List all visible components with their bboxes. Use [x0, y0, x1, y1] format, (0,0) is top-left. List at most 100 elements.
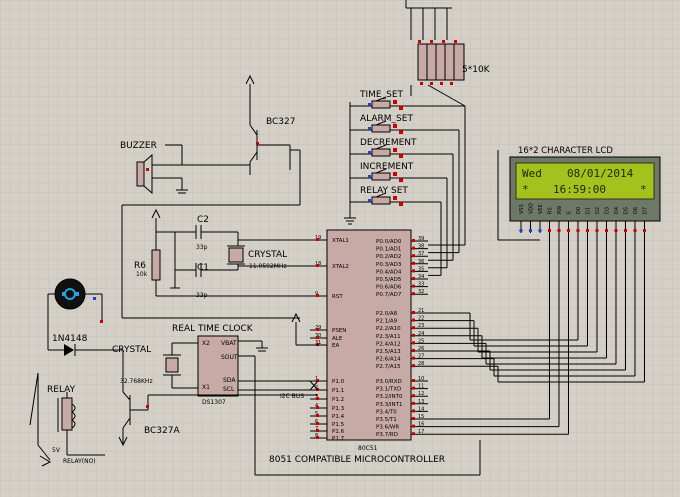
- pushbutton-label: ALARM_SET: [360, 114, 413, 124]
- mcu-pin-p2-2-a10: P2.2/A10: [376, 326, 401, 332]
- rtc-pin-scl: SCL: [223, 386, 235, 393]
- relay-label: RELAY: [47, 385, 76, 395]
- mcu-pin-num-22: 22: [418, 316, 424, 322]
- r6-name: R6: [134, 261, 146, 271]
- transistor-top-label: BC327: [266, 117, 295, 127]
- lcd-display[interactable]: 16*2 CHARACTER LCD Wed 08/01/2014 * 16:5…: [509, 146, 661, 233]
- mcu-pin-num-16: 16: [418, 422, 424, 428]
- r6-value: 10k: [136, 271, 148, 278]
- mcu-pin-p3-3-int1: P3.3/INT1: [376, 402, 403, 408]
- lcd-line2-star-right: *: [640, 183, 647, 196]
- mcu-caption: 8051 COMPATIBLE MICROCONTROLLER: [269, 455, 445, 465]
- buzzer-label: BUZZER: [120, 141, 157, 151]
- lcd-line2-star-left: *: [522, 183, 529, 196]
- mcu-pin-p3-0-rxd: P3.0/RXD: [376, 379, 402, 385]
- pushbutton-label: RELAY SET: [360, 186, 408, 196]
- mcu-pin-num-37: 37: [418, 251, 424, 257]
- mcu-pin-p0-0-ad0: P0.0/AD0: [376, 239, 402, 245]
- mcu-pin-p1-1: P1.1: [332, 388, 344, 394]
- rtc-pin-x1: X1: [202, 384, 210, 391]
- mcu-pin-xtal2: XTAL2: [332, 264, 349, 270]
- lcd-pin-d3: D3: [605, 207, 611, 214]
- mcu-pin-rst: RST: [332, 294, 343, 300]
- mcu-pin-p3-5-t1: P3.5/T1: [376, 417, 397, 423]
- rtc-pin-sda: SDA: [223, 377, 236, 384]
- lcd-title: 16*2 CHARACTER LCD: [518, 146, 613, 156]
- rtc-crystal-freq: 32.768KHz: [120, 378, 153, 385]
- mcu-pin-num-26: 26: [418, 346, 424, 352]
- mcu-pin-num-11: 11: [418, 384, 424, 390]
- mcu-pin-p3-2-int0: P3.2/INT0: [376, 394, 403, 400]
- mcu-pin-p2-4-a12: P2.4/A12: [376, 341, 401, 347]
- mcu-pin-num-39: 39: [418, 236, 424, 242]
- mcu-pin-p1-2: P1.2: [332, 397, 344, 403]
- pushbutton-label: INCREMENT: [360, 162, 414, 172]
- mcu-pin-num-38: 38: [418, 244, 424, 250]
- lcd-pin-d6: D6: [633, 207, 639, 214]
- lcd-pin-d2: D2: [595, 207, 601, 214]
- mcu-pin-p1-5: P1.5: [332, 422, 345, 428]
- rtc-part: DS1307: [202, 399, 226, 406]
- pushbutton-label: DECREMENT: [360, 138, 417, 148]
- lcd-pin-vss: VSS: [519, 204, 525, 214]
- mcu-pin-xtal1: XTAL1: [332, 238, 349, 244]
- mcu-pin-p1-0: P1.0: [332, 379, 345, 385]
- mcu-pin-p3-1-txd: P3.1/TXD: [376, 387, 401, 393]
- mcu-pin-p0-7-ad7: P0.7/AD7: [376, 292, 402, 298]
- lcd-pin-d4: D4: [614, 207, 620, 214]
- lcd-line2-time: 16:59:00: [553, 183, 606, 196]
- lcd-pin-vee: VEE: [538, 204, 544, 214]
- mcu-pin-p2-6-a14: P2.6/A14: [376, 357, 401, 363]
- mcu-pin-num-10: 10: [418, 376, 424, 382]
- lcd-pin-rw: RW: [557, 206, 563, 214]
- mcu-pin-p0-1-ad1: P0.1/AD1: [376, 247, 401, 253]
- mcu-pin-num-34: 34: [418, 274, 424, 280]
- crystal-main-freq: 11.0592MHz: [249, 263, 287, 270]
- mcu-pin-p2-7-a15: P2.7/A15: [376, 364, 401, 370]
- mcu-pin-num-24: 24: [418, 331, 424, 337]
- mcu-pin-num-15: 15: [418, 414, 424, 420]
- mcu-pin-p2-3-a11: P2.3/A11: [376, 334, 401, 340]
- diode-label: 1N4148: [52, 334, 88, 344]
- lcd-pin-d0: D0: [576, 207, 582, 214]
- mcu-pin-num-28: 28: [418, 361, 424, 367]
- lcd-pin-rs: RS: [548, 207, 554, 214]
- lcd-pin-e: E: [567, 211, 573, 214]
- relay-voltage: 5V: [52, 447, 61, 454]
- schematic-sheet[interactable]: 5*10K BC327 BUZZER TIME_SETALARM_SETDECR…: [0, 0, 680, 497]
- mcu-pin-num-13: 13: [418, 399, 424, 405]
- lcd-line1-day: Wed: [522, 167, 542, 180]
- lcd-pin-d1: D1: [586, 207, 592, 214]
- rtc-title: REAL TIME CLOCK: [172, 324, 254, 334]
- rtc-pin-x2: X2: [202, 340, 210, 347]
- mcu-pin-p1-6: P1.6: [332, 429, 345, 435]
- lcd-pin-vdd: VDD: [529, 203, 535, 214]
- mcu-pin-psen: PSEN: [332, 328, 346, 334]
- mcu-pin-p1-3: P1.3: [332, 406, 345, 412]
- mcu-pin-num-14: 14: [418, 406, 424, 412]
- relay-probe-label: RELAY(NO): [63, 458, 96, 465]
- mcu-pin-ale: ALE: [332, 336, 343, 342]
- mcu-pin-p3-7-rd: P3.7/RD: [376, 432, 398, 438]
- mcu-pin-p1-7: P1.7: [332, 436, 345, 442]
- rtc-pin-vbat: VBAT: [221, 340, 237, 347]
- mcu-pin-p0-4-ad4: P0.4/AD4: [376, 269, 402, 275]
- rtc-pin-sout: SOUT: [221, 354, 238, 361]
- c2-value: 33p: [196, 244, 208, 251]
- mcu-pin-num-21: 21: [418, 308, 424, 314]
- mcu-pin-num-27: 27: [418, 354, 424, 360]
- crystal-main-label: CRYSTAL: [248, 250, 287, 260]
- mcu-pin-p0-2-ad2: P0.2/AD2: [376, 254, 401, 260]
- mcu-pin-p3-6-wr: P3.6/WR: [376, 425, 399, 431]
- mcu-pin-num-23: 23: [418, 323, 424, 329]
- mcu-pin-p0-3-ad3: P0.3/AD3: [376, 262, 402, 268]
- mcu-pin-num-12: 12: [418, 391, 424, 397]
- resistor-pack-label: 5*10K: [462, 65, 491, 75]
- mcu-pin-p2-1-a9: P2.1/A9: [376, 319, 398, 325]
- mcu-pin-p2-5-a13: P2.5/A13: [376, 349, 401, 355]
- c2-name: C2: [197, 215, 209, 225]
- mcu-pin-num-33: 33: [418, 282, 424, 288]
- mcu-pin-p0-6-ad6: P0.6/AD6: [376, 285, 402, 291]
- lcd-pin-d5: D5: [624, 207, 630, 214]
- mcu-pin-num-17: 17: [418, 429, 424, 435]
